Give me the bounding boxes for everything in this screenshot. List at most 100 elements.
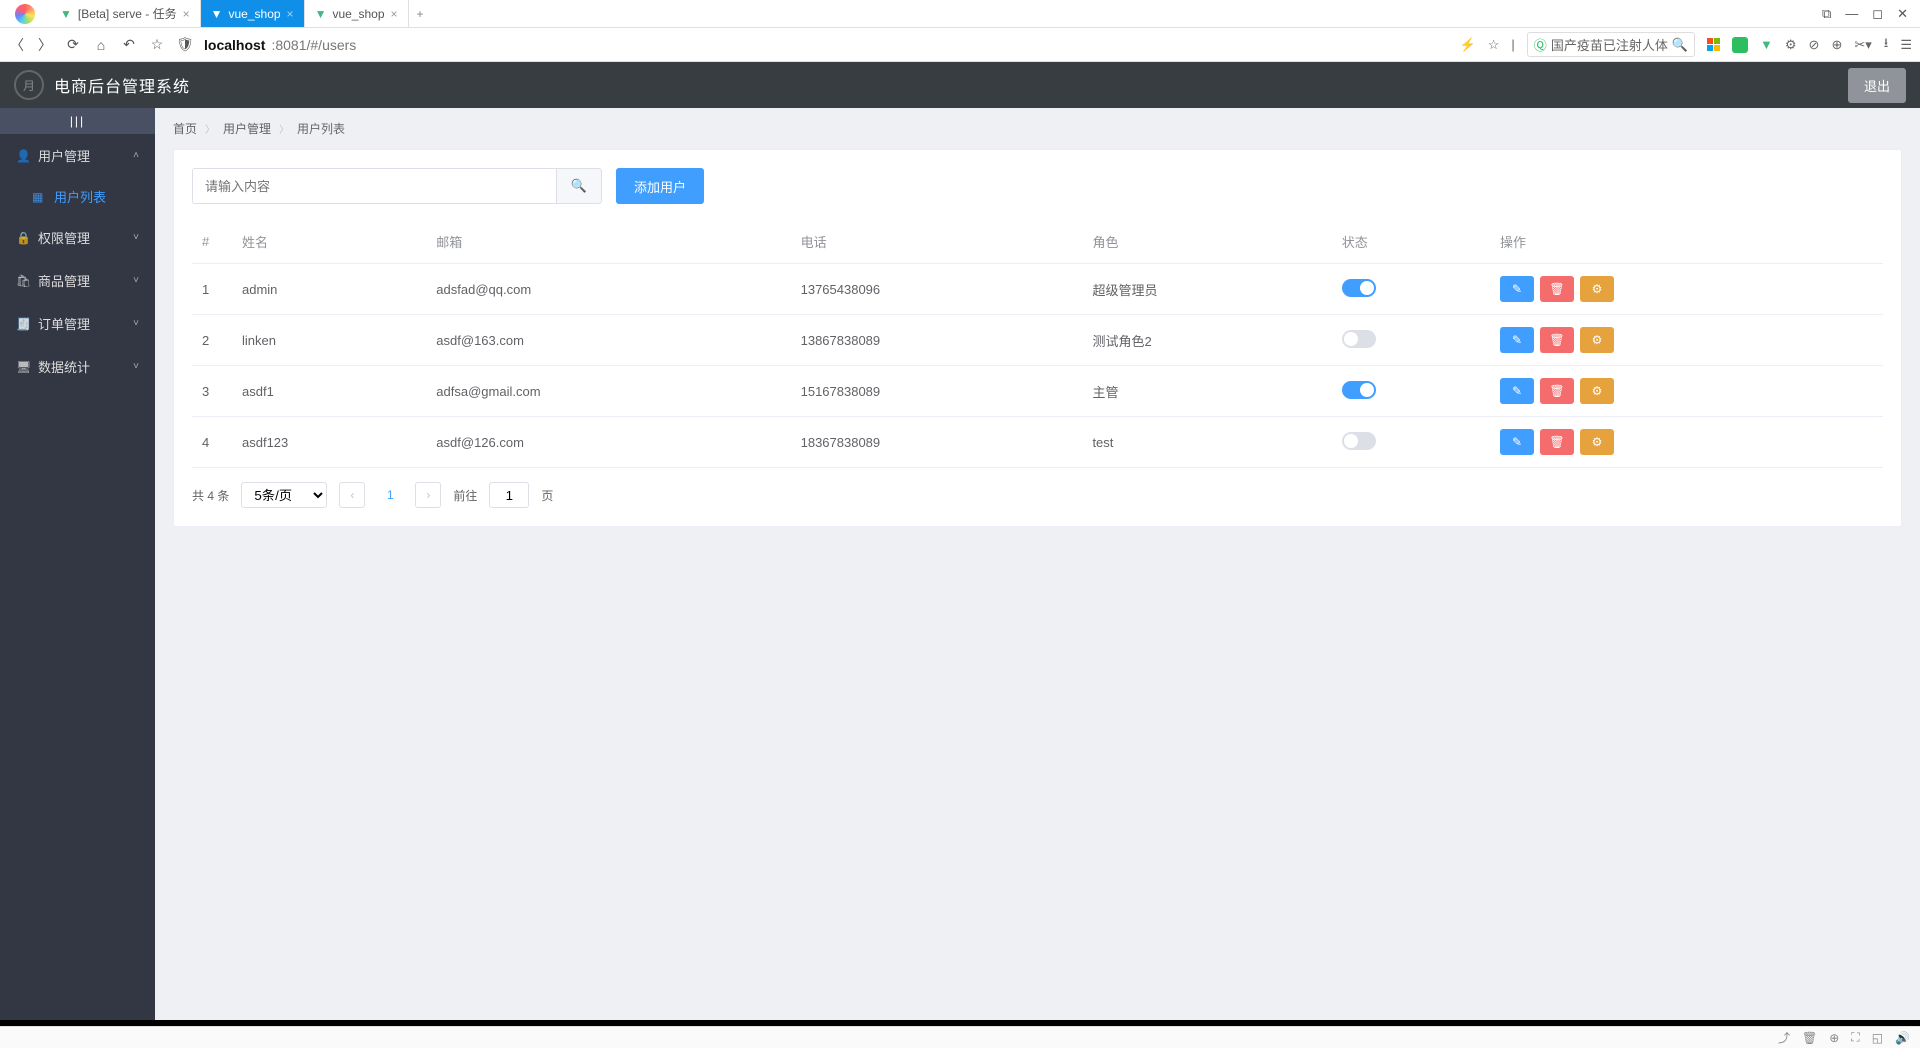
logout-button[interactable]: 退出 [1848,68,1906,103]
status-icon[interactable]: 🔊 [1895,1031,1910,1045]
table-row: 3asdf1adfsa@gmail.com15167838089主管✎🗑⚙ [192,366,1883,417]
reload-icon[interactable]: ⟳ [64,36,82,53]
sidebar-subitem-userlist[interactable]: ▦ 用户列表 [0,177,155,216]
delete-button[interactable]: 🗑 [1540,378,1574,404]
sidebar-item-users[interactable]: 👤 用户管理 ˄ [0,134,155,177]
cell-role: 测试角色2 [1082,315,1331,366]
status-icon[interactable]: ⤴ [1778,1029,1790,1046]
delete-button[interactable]: 🗑 [1540,276,1574,302]
search-input[interactable] [192,168,556,204]
page-size-select[interactable]: 5条/页 [241,482,327,508]
news-hint[interactable]: Ⓠ 国产疫苗已注射人体 🔍 [1527,32,1695,57]
search-button[interactable]: 🔍 [556,168,602,204]
microsoft-icon[interactable] [1707,38,1720,51]
close-icon[interactable]: × [287,7,294,21]
globe-icon[interactable]: ⊕ [1831,37,1842,53]
chevron-down-icon: ˅ [133,361,139,372]
block-icon[interactable]: ⊘ [1809,37,1820,53]
settings-button[interactable]: ⚙ [1580,378,1614,404]
sidebar-item-label: 用户管理 [38,146,90,165]
sidebar-item-label: 订单管理 [38,314,90,333]
cell-idx: 3 [192,366,232,417]
browser-tab[interactable]: ▼ [Beta] serve - 任务 × [50,0,201,27]
extension-icon[interactable] [1732,37,1748,53]
undo-icon[interactable]: ↶ [120,36,138,53]
sidebar-item-stats[interactable]: 🖥 数据统计 ˅ [0,345,155,388]
star-icon[interactable]: ☆ [148,36,166,53]
state-switch[interactable] [1342,381,1376,399]
pager-total: 共 4 条 [192,487,229,504]
cell-name: linken [232,315,426,366]
home-icon[interactable]: ⌂ [92,37,110,53]
pager-goto-input[interactable] [489,482,529,508]
flash-icon[interactable]: ⚡ [1460,37,1476,53]
pin-icon[interactable]: ⧉ [1822,6,1831,22]
delete-button[interactable]: 🗑 [1540,327,1574,353]
bookmark-icon[interactable]: ☆ [1488,37,1500,53]
pager-page[interactable]: 1 [377,488,403,502]
pager-next[interactable]: › [415,482,441,508]
delete-button[interactable]: 🗑 [1540,429,1574,455]
breadcrumb-home[interactable]: 首页 [173,120,197,137]
sidebar-item-orders[interactable]: 🧾 订单管理 ˅ [0,302,155,345]
cell-phone: 13867838089 [791,315,1083,366]
back-icon[interactable]: 〈 [8,35,26,55]
status-icon[interactable]: ⊕ [1829,1031,1839,1045]
main-content: 首页 〉 用户管理 〉 用户列表 🔍 添加用户 [155,108,1920,1020]
order-icon: 🧾 [16,317,30,331]
close-icon[interactable]: × [183,7,190,21]
settings-button[interactable]: ⚙ [1580,276,1614,302]
edit-button[interactable]: ✎ [1500,429,1534,455]
browser-tab[interactable]: ▼ vue_shop × [305,0,409,27]
browser-tabbar: ▼ [Beta] serve - 任务 × ▼ vue_shop × ▼ vue… [0,0,1920,28]
sidebar-item-permissions[interactable]: 🔒 权限管理 ˅ [0,216,155,259]
edit-button[interactable]: ✎ [1500,378,1534,404]
status-icon[interactable]: ⛶ [1851,1030,1859,1045]
pager-prev[interactable]: ‹ [339,482,365,508]
settings-button[interactable]: ⚙ [1580,327,1614,353]
col-role: 角色 [1082,220,1331,264]
browser-tab[interactable]: ▼ vue_shop × [201,0,305,27]
app-title: 电商后台管理系统 [54,73,190,97]
close-icon[interactable]: × [391,7,398,21]
sidebar-subitem-label: 用户列表 [54,187,106,206]
sidebar-item-goods[interactable]: 🛍 商品管理 ˅ [0,259,155,302]
status-bar: ⤴ 🗑 ⊕ ⛶ ◱ 🔊 [0,1026,1920,1048]
vue-icon: ▼ [60,7,72,21]
forward-icon[interactable]: 〉 [36,35,54,55]
col-name: 姓名 [232,220,426,264]
minimize-icon[interactable]: — [1845,6,1858,21]
close-window-icon[interactable]: ✕ [1897,6,1908,22]
trash-icon: 🗑 [1549,282,1564,296]
state-switch[interactable] [1342,279,1376,297]
shield-icon: 🛡 [176,36,194,53]
cell-role: 超级管理员 [1082,264,1331,315]
edit-button[interactable]: ✎ [1500,327,1534,353]
download-icon[interactable]: ⭳ [1884,34,1889,56]
menu-icon[interactable]: ☰ [1900,37,1912,53]
edit-icon: ✎ [1512,435,1522,449]
user-icon: 👤 [16,149,30,163]
sidebar-collapse-toggle[interactable]: ||| [0,108,155,134]
cell-role: 主管 [1082,366,1331,417]
state-switch[interactable] [1342,330,1376,348]
chevron-down-icon: ˅ [133,318,139,329]
new-tab-button[interactable]: + [409,0,432,27]
url-box[interactable]: localhost:8081/#/users [204,37,356,53]
url-host: localhost [204,37,265,53]
state-switch[interactable] [1342,432,1376,450]
cut-icon[interactable]: ✂▾ [1854,37,1871,53]
gear-icon[interactable]: ⚙ [1785,37,1797,53]
status-icon[interactable]: 🗑 [1802,1031,1817,1045]
status-icon[interactable]: ◱ [1872,1031,1883,1045]
breadcrumb-link[interactable]: 用户管理 [223,120,271,137]
settings-button[interactable]: ⚙ [1580,429,1614,455]
maximize-icon[interactable]: ◻ [1872,6,1883,22]
add-user-button[interactable]: 添加用户 [616,168,704,204]
edit-button[interactable]: ✎ [1500,276,1534,302]
chevron-right-icon: 〉 [279,121,289,136]
vue-devtools-icon[interactable]: ▼ [1760,37,1773,52]
browser-logo [0,0,50,27]
pager-goto-suffix: 页 [541,487,553,504]
table-row: 2linkenasdf@163.com13867838089测试角色2✎🗑⚙ [192,315,1883,366]
